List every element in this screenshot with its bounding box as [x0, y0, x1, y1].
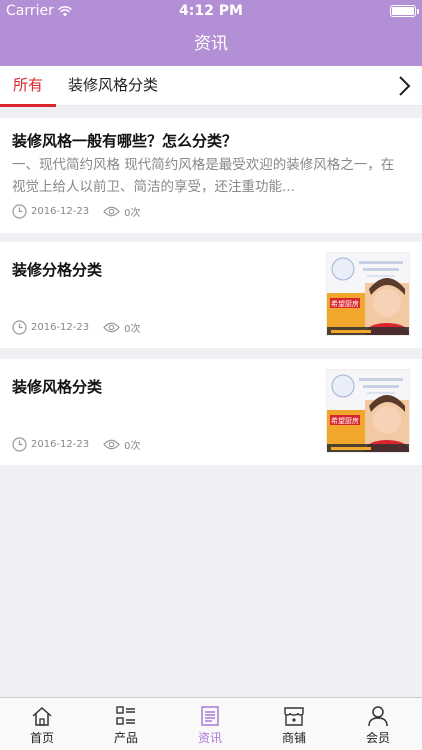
tab-decoration-style[interactable]: 装修风格分类: [68, 66, 158, 106]
eye-icon: [103, 322, 120, 333]
article-date: 2016-12-23: [31, 439, 90, 450]
category-tabs: 所有 装修风格分类: [0, 66, 422, 107]
status-bar: Carrier 4:12 PM: [0, 0, 422, 22]
status-time: 4:12 PM: [179, 3, 243, 19]
bottom-tab-store[interactable]: 商铺: [252, 698, 336, 750]
clock-icon: [12, 320, 27, 335]
bottom-tab-bar: 首页 产品 资讯 商铺 会员: [0, 697, 422, 750]
thumb-caption: 希望厨房: [331, 416, 359, 425]
eye-icon: [103, 439, 120, 450]
article-title: 装修风格分类: [12, 378, 103, 396]
bottom-tab-member-label: 会员: [365, 731, 390, 745]
article-meta: 2016-12-23 0次: [12, 204, 141, 219]
bottom-tab-products[interactable]: 产品: [84, 698, 168, 750]
home-icon: [32, 706, 52, 726]
article-thumbnail: 希望厨房: [326, 369, 410, 453]
article-meta: 2016-12-23 0次: [12, 437, 141, 452]
tab-decoration-style-label: 装修风格分类: [68, 76, 159, 94]
article-item[interactable]: 装修风格分类 2016-12-23 0次 希望厨房: [0, 359, 422, 465]
news-icon: [201, 706, 219, 726]
tab-all[interactable]: 所有: [0, 66, 56, 107]
store-icon: [284, 707, 304, 726]
clock-icon: [12, 437, 27, 452]
article-views: 0次: [124, 208, 141, 219]
bottom-tab-home[interactable]: 首页: [0, 698, 84, 750]
battery-icon: [390, 5, 419, 17]
bottom-tab-member[interactable]: 会员: [336, 698, 420, 750]
eye-icon: [103, 206, 120, 217]
article-title: 装修风格一般有哪些？怎么分类？: [12, 132, 238, 150]
bottom-tab-products-label: 产品: [113, 731, 138, 745]
article-title: 装修分格分类: [12, 261, 103, 279]
article-thumbnail: 希望厨房: [326, 252, 410, 336]
page-title: 资讯: [194, 34, 228, 54]
clock-icon: [12, 204, 27, 219]
article-item[interactable]: 装修分格分类 2016-12-23 0次 希望厨房: [0, 242, 422, 348]
active-tab-indicator: [0, 104, 56, 107]
grid-list-icon: [116, 706, 135, 725]
tab-all-label: 所有: [12, 76, 43, 94]
article-views: 0次: [124, 324, 141, 335]
bottom-tab-store-label: 商铺: [281, 731, 306, 745]
article-date: 2016-12-23: [31, 206, 90, 217]
article-meta: 2016-12-23 0次: [12, 320, 141, 335]
chevron-right-icon[interactable]: [394, 75, 414, 97]
bottom-tab-news-label: 资讯: [197, 731, 222, 745]
article-item[interactable]: 装修风格一般有哪些？怎么分类？ 一、现代简约风格 现代简约风格是最受欢迎的装修风…: [0, 118, 422, 233]
article-summary: 一、现代简约风格 现代简约风格是最受欢迎的装修风格之一，在视觉上给人以前卫、简洁…: [12, 157, 395, 195]
user-icon: [368, 706, 388, 727]
article-date: 2016-12-23: [31, 322, 90, 333]
bottom-tab-home-label: 首页: [29, 731, 54, 745]
thumb-caption: 希望厨房: [331, 299, 359, 308]
bottom-tab-news[interactable]: 资讯: [168, 698, 252, 750]
article-views: 0次: [124, 441, 141, 452]
nav-bar: 资讯: [0, 22, 422, 66]
